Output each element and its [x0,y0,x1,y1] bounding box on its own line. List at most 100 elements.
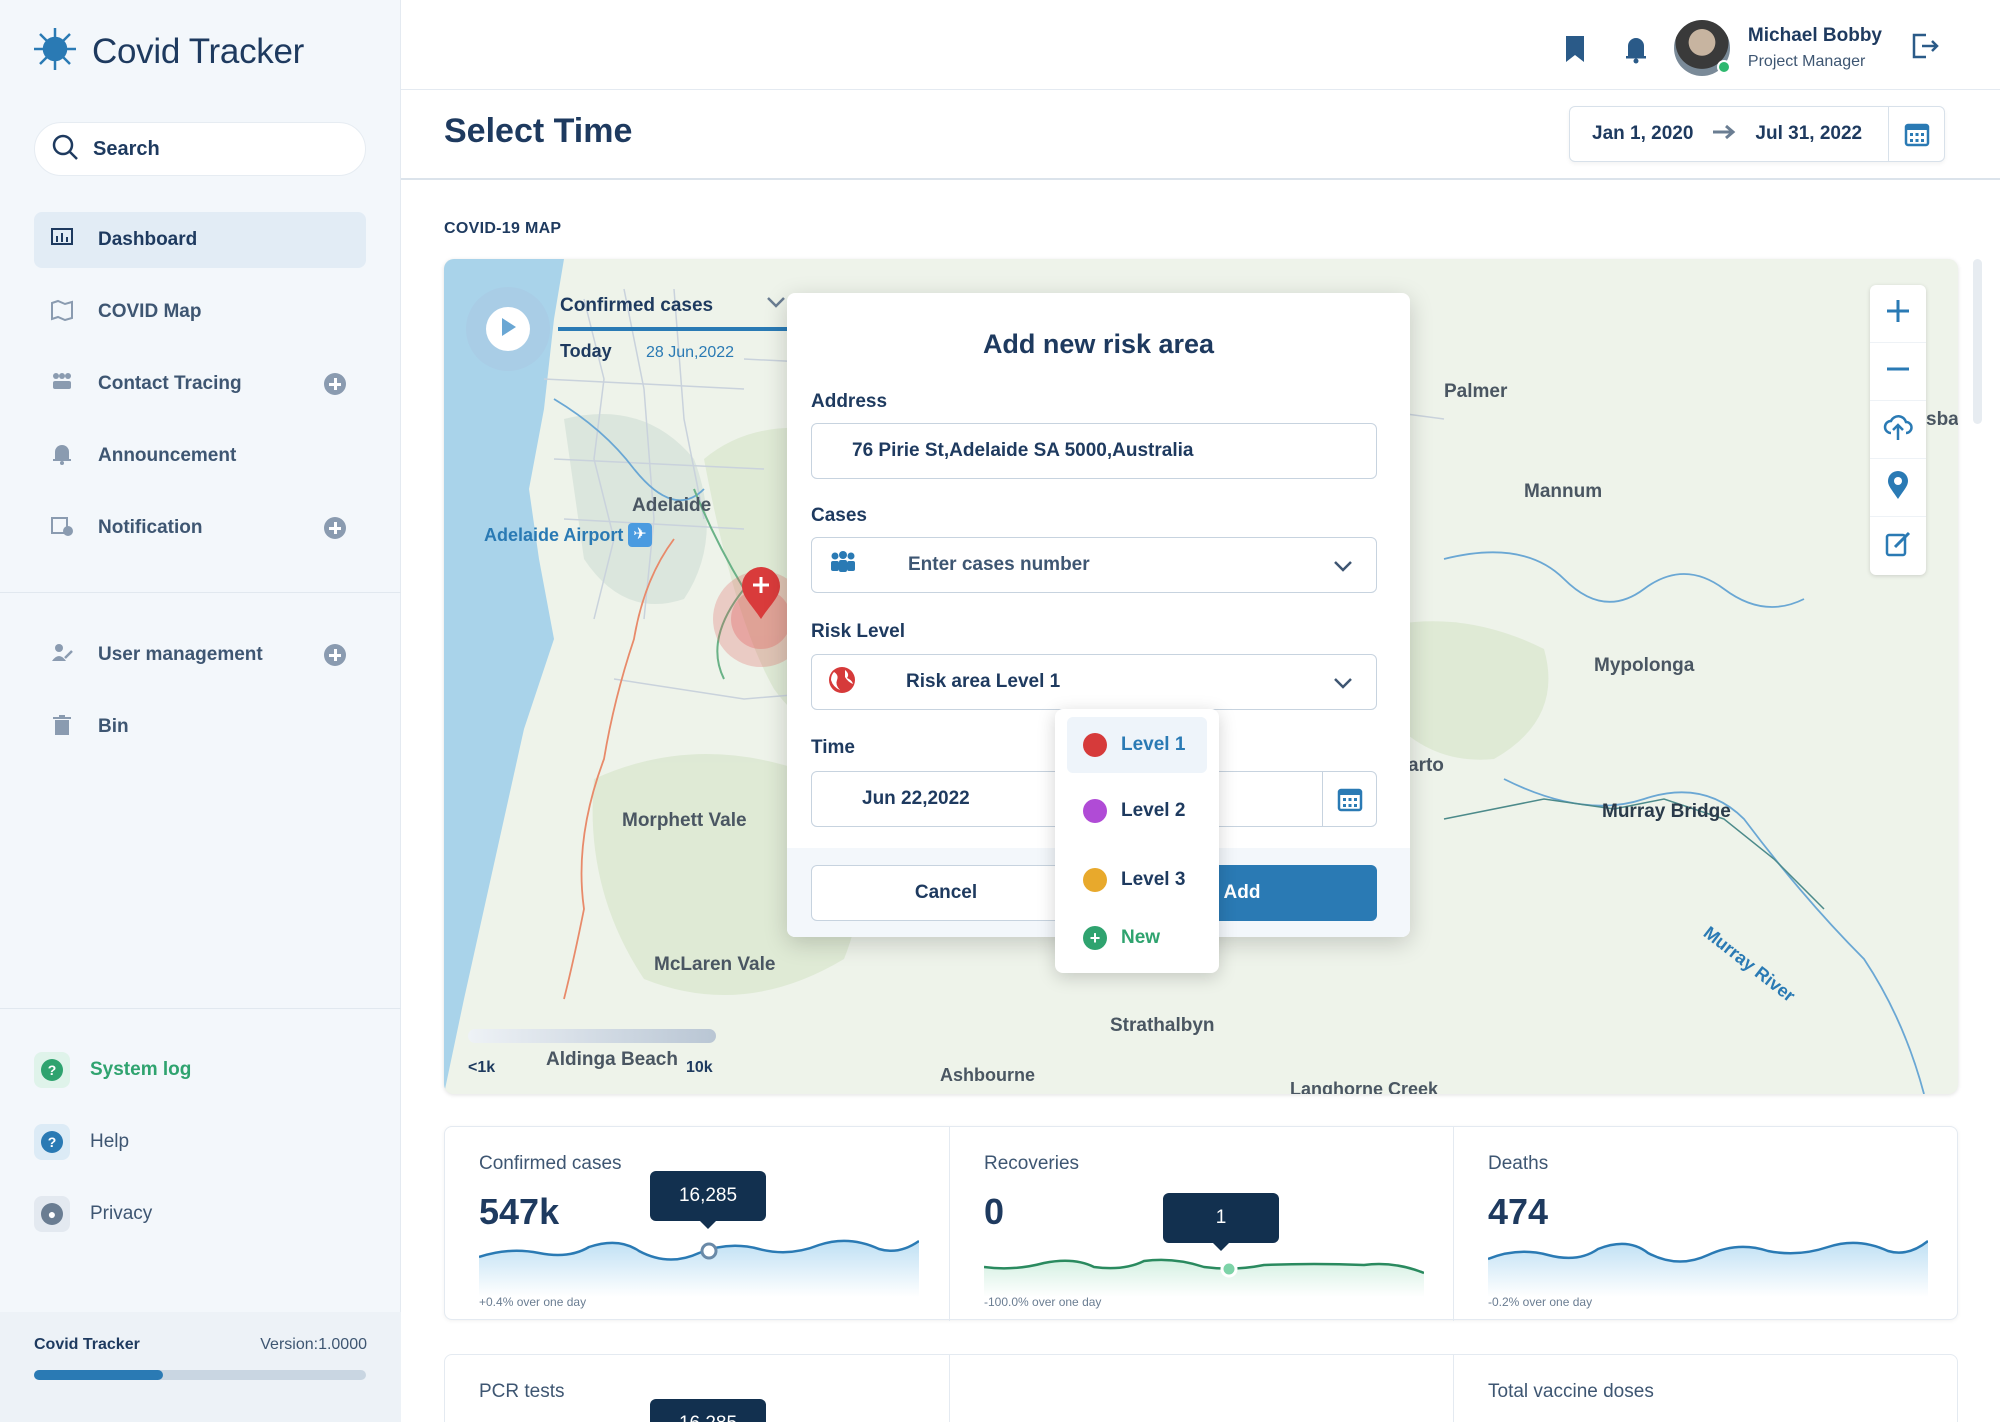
date-range-picker[interactable]: Jan 1, 2020 Jul 31, 2022 [1569,106,1945,162]
place-label: arto [1408,755,1444,776]
bookmark-icon[interactable] [1563,34,1587,69]
user-profile[interactable]: Michael Bobby Project Manager [1673,20,1940,76]
stat-card-deaths[interactable]: Deaths 474 -0.2% over one day [1453,1127,1957,1321]
location-button[interactable] [1870,459,1926,517]
footer-item-privacy[interactable]: ● Privacy [34,1196,152,1232]
map-pin-icon [1886,470,1910,505]
people-icon [50,371,74,398]
map-toolbar [1870,285,1926,575]
sidebar-item-covid-map[interactable]: COVID Map [34,284,366,340]
risk-option-new[interactable]: + New [1067,910,1207,966]
add-contact-icon[interactable] [324,373,346,395]
add-notification-icon[interactable] [324,517,346,539]
sidebar-item-user-management[interactable]: User management [34,627,366,683]
place-label: Adelaide [632,495,712,516]
sidebar-item-label: Announcement [98,445,237,466]
sidebar: Covid Tracker Search Dashboard COVID Map… [0,0,401,1422]
zoom-out-button[interactable] [1870,343,1926,401]
online-status-dot [1716,60,1731,74]
chart-tooltip: 1 [1163,1193,1279,1251]
cancel-button[interactable]: Cancel [811,865,1081,921]
globe-icon [1083,733,1107,757]
app-logo[interactable]: Covid Tracker [32,26,304,77]
calendar-icon[interactable] [1322,772,1376,826]
sidebar-item-label: Contact Tracing [98,373,242,394]
sidebar-item-announcement[interactable]: Announcement [34,428,366,484]
sparkline [479,1239,919,1297]
today-label: Today [560,341,612,361]
risk-level-label: Risk Level [811,621,905,642]
time-label: Time [811,737,856,758]
stat-card-pcr[interactable]: PCR tests 16,285 [445,1355,949,1422]
risk-option-level-1[interactable]: Level 1 [1067,717,1207,773]
risk-option-label: Level 3 [1121,869,1186,890]
place-label: McLaren Vale [654,954,776,975]
add-user-icon[interactable] [324,644,346,666]
risk-option-label: New [1121,927,1161,948]
map-icon [50,299,74,326]
app-name: Covid Tracker [92,31,304,71]
stat-card-vaccine[interactable]: Total vaccine doses [1453,1355,1957,1422]
sidebar-item-notification[interactable]: Notification [34,500,366,556]
plus-circle-icon: + [1083,926,1107,950]
dashboard-icon [50,227,74,254]
footer-item-label: Help [90,1131,130,1152]
risk-pin-icon[interactable] [740,565,782,626]
stat-card-empty [949,1355,1453,1422]
virus-logo-icon [32,26,78,77]
footer-item-help[interactable]: ? Help [34,1124,129,1160]
risk-option-label: Level 2 [1121,800,1186,821]
edit-button[interactable] [1870,517,1926,575]
logout-icon[interactable] [1910,31,1940,66]
chevron-down-icon[interactable] [766,295,786,314]
sidebar-item-dashboard[interactable]: Dashboard [34,212,366,268]
calendar-icon[interactable] [1888,107,1944,161]
sparkline [1488,1240,1928,1297]
metric-select[interactable]: Confirmed cases [560,295,713,317]
globe-icon [828,666,856,699]
cases-label: Cases [811,505,867,526]
risk-option-level-3[interactable]: Level 3 [1067,852,1207,908]
airport-label: Adelaide Airport [484,525,624,545]
date-from[interactable]: Jan 1, 2020 [1592,123,1693,145]
timeline-progress[interactable] [558,327,798,331]
footer-item-system-log[interactable]: ? System log [34,1052,191,1088]
bell-icon[interactable] [1623,34,1649,69]
risk-option-level-2[interactable]: Level 2 [1067,783,1207,839]
risk-level-dropdown: Level 1 Level 2 Level 3 + New [1055,709,1219,973]
edit-icon [1884,530,1912,563]
stat-card-recoveries[interactable]: Recoveries 0 -100.0% over one day 1 [949,1127,1453,1321]
sidebar-item-bin[interactable]: Bin [34,699,366,755]
stat-change: -0.2% over one day [1488,1295,1593,1309]
place-label: Mannum [1524,481,1603,502]
address-field[interactable]: 76 Pirie St,Adelaide SA 5000,Australia [811,423,1377,479]
chart-tooltip: 16,285 [650,1399,766,1422]
sidebar-item-contact-tracing[interactable]: Contact Tracing [34,356,366,412]
date-to[interactable]: Jul 31, 2022 [1755,123,1862,145]
place-label: Palmer [1444,381,1508,402]
place-label: Murray Bridge [1602,801,1731,822]
search-label: Search [93,137,160,160]
search-box[interactable]: Search [34,122,366,176]
page-title: Select Time [444,112,633,150]
cases-field[interactable]: Enter cases number [811,537,1377,593]
sidebar-item-label: Dashboard [98,229,198,250]
play-button[interactable] [466,287,550,371]
zoom-in-button[interactable] [1870,285,1926,343]
avatar[interactable] [1673,20,1731,76]
address-label: Address [811,391,888,412]
page-scrollbar[interactable] [1973,259,1982,424]
address-value: 76 Pirie St,Adelaide SA 5000,Australia [852,440,1194,461]
stat-card-confirmed[interactable]: Confirmed cases 547k +0.4% over one day … [445,1127,949,1321]
sidebar-divider [0,592,401,593]
place-label: Strathalbyn [1110,1015,1215,1036]
help-circle-icon: ? [34,1052,70,1088]
version-panel: Covid Tracker Version:1.0000 [0,1312,401,1422]
stats-row: Confirmed cases 547k +0.4% over one day … [444,1126,1958,1321]
current-date: 28 Jun,2022 [646,344,735,361]
header-divider [401,178,2000,180]
upload-button[interactable] [1870,401,1926,459]
chevron-down-icon[interactable] [1332,555,1354,582]
risk-level-select[interactable]: Risk area Level 1 [811,654,1377,710]
chevron-down-icon[interactable] [1332,672,1354,699]
